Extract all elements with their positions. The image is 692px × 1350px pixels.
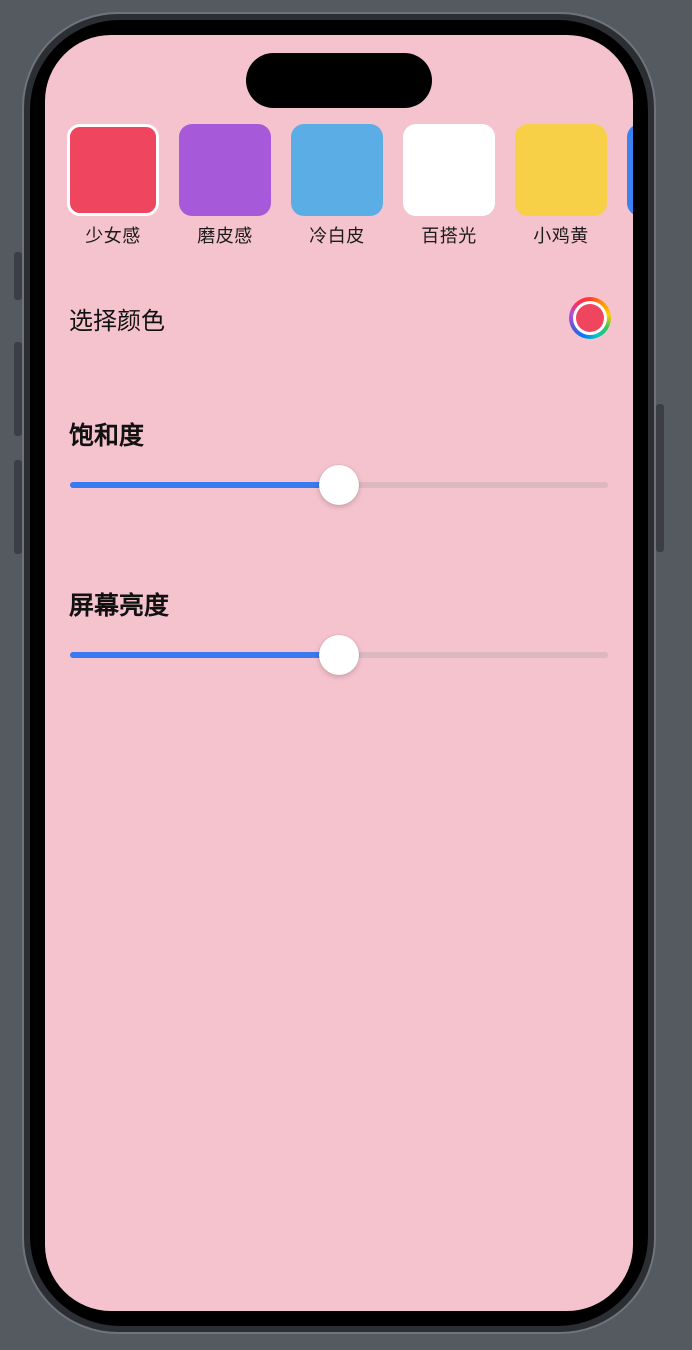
preset-label: 冷白皮 bbox=[309, 226, 365, 247]
choose-color-label: 选择颜色 bbox=[69, 307, 165, 335]
preset-item[interactable]: 少女感 bbox=[67, 124, 159, 248]
saturation-slider-fill bbox=[70, 482, 339, 488]
preset-swatch[interactable] bbox=[403, 124, 495, 216]
preset-label: 小鸡黄 bbox=[533, 226, 589, 247]
preset-list[interactable]: 少女感 磨皮感 冷白皮 百搭光 小鸡黄 bbox=[67, 124, 633, 254]
power-button bbox=[656, 404, 664, 552]
preset-swatch[interactable] bbox=[627, 124, 633, 216]
dynamic-island bbox=[246, 53, 432, 108]
preset-item[interactable]: 冷白皮 bbox=[291, 124, 383, 248]
color-wheel-icon[interactable] bbox=[569, 297, 611, 339]
volume-up-button bbox=[14, 342, 22, 436]
saturation-title: 饱和度 bbox=[69, 421, 145, 450]
app-screen: 少女感 磨皮感 冷白皮 百搭光 小鸡黄 选择颜色 饱和度 屏幕亮度 bbox=[45, 35, 633, 1311]
brightness-slider-fill bbox=[70, 652, 339, 658]
brightness-slider[interactable] bbox=[70, 635, 608, 675]
preset-swatch[interactable] bbox=[515, 124, 607, 216]
brightness-section: 屏幕亮度 bbox=[69, 586, 609, 676]
preset-label: 少女感 bbox=[85, 226, 141, 247]
preset-swatch[interactable] bbox=[291, 124, 383, 216]
saturation-slider[interactable] bbox=[70, 465, 608, 505]
color-well-ring bbox=[573, 301, 607, 335]
preset-swatch[interactable] bbox=[67, 124, 159, 216]
preset-item[interactable]: 百搭光 bbox=[403, 124, 495, 248]
preset-item[interactable]: 小鸡黄 bbox=[515, 124, 607, 248]
preset-item[interactable]: 磨皮感 bbox=[179, 124, 271, 248]
saturation-slider-thumb[interactable] bbox=[319, 465, 359, 505]
brightness-title: 屏幕亮度 bbox=[69, 591, 170, 620]
preset-label: 百搭光 bbox=[421, 226, 477, 247]
saturation-section: 饱和度 bbox=[69, 416, 609, 506]
preset-label: 磨皮感 bbox=[197, 226, 253, 247]
preset-swatch[interactable] bbox=[179, 124, 271, 216]
action-button bbox=[14, 252, 22, 300]
volume-down-button bbox=[14, 460, 22, 554]
brightness-slider-thumb[interactable] bbox=[319, 635, 359, 675]
preset-item[interactable] bbox=[627, 124, 633, 222]
current-color-dot bbox=[576, 304, 604, 332]
choose-color-row[interactable]: 选择颜色 bbox=[69, 297, 611, 341]
